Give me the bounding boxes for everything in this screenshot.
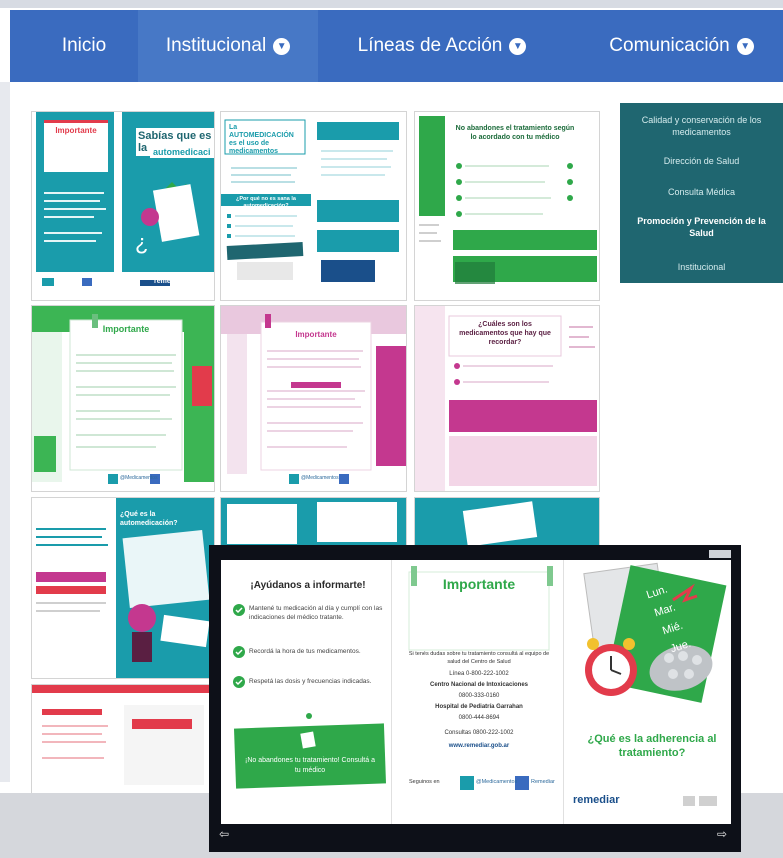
gallery-thumbnail[interactable]: ¿Qué es la automedicación? — [31, 497, 215, 679]
chevron-down-icon[interactable]: ▼ — [509, 37, 527, 55]
menu-item-calidad[interactable]: Calidad y conservación de los medicament… — [620, 114, 783, 138]
nav-item-inicio[interactable]: Inicio — [10, 10, 138, 82]
nav-label: Líneas de Acción — [357, 35, 503, 56]
facebook-handle: Remediar — [531, 779, 555, 785]
center-line: 0800-444-8694 — [458, 715, 500, 721]
brochure-spread: ¡Ayúdanos a informarte! Mantené tu medic… — [221, 560, 731, 824]
twitter-handle: @Medicamentos — [301, 475, 339, 481]
thumbnail-heading: ¿Qué es la automedicación? — [120, 511, 178, 527]
thumbnail-heading: Importante — [102, 324, 150, 334]
viewer-badge — [709, 550, 731, 558]
brand-logo: remediar — [573, 794, 620, 806]
left-cta: ¡No abandones tu tratamiento! Consultá a… — [245, 757, 375, 774]
gallery-thumbnail[interactable] — [31, 684, 215, 796]
page-shadow — [0, 82, 10, 782]
center-line: Centro Nacional de Intoxicaciones — [429, 682, 529, 688]
side-menu: Calidad y conservación de los medicament… — [620, 103, 783, 283]
nav-label: Comunicación — [609, 35, 730, 56]
left-heading: ¡Ayúdanos a informarte! — [250, 580, 366, 591]
right-question: ¿Qué es la adherencia al tratamiento? — [587, 733, 717, 759]
thumbnail-heading: Importante — [55, 126, 97, 135]
arrow-right-icon[interactable]: ⇨ — [717, 828, 727, 840]
thumbnail-heading: No abandones el tratamiento según lo aco… — [455, 125, 575, 141]
center-line: 0800-333-0160 — [458, 693, 500, 699]
menu-item-promocion[interactable]: Promoción y Prevención de la Salud — [620, 215, 783, 239]
social-label: Seguinos en — [409, 779, 440, 785]
main-nav: Inicio Institucional ▼ Líneas de Acción … — [10, 10, 783, 82]
left-item-1: Mantené tu medicación al día y cumplí co… — [249, 605, 383, 621]
gallery-thumbnail[interactable]: Importante @Medicamentos — [220, 305, 407, 492]
menu-item-consulta[interactable]: Consulta Médica — [620, 186, 783, 198]
brand-logo: remediar — [154, 278, 184, 285]
twitter-handle: @Medicamentos — [476, 779, 518, 785]
menu-item-direccion[interactable]: Dirección de Salud — [620, 155, 783, 167]
center-line: Hospital de Pediatría Garrahan — [435, 704, 523, 710]
gallery-thumbnail[interactable]: ¿Cuáles son los medicamentos que hay que… — [414, 305, 600, 492]
thumbnail-question: ¿Por qué no es sana la automedicación? — [236, 196, 296, 209]
twitter-handle: @Medicamentos — [120, 475, 158, 481]
nav-label: Institucional — [165, 35, 267, 56]
nav-item-institucional[interactable]: Institucional ▼ — [138, 10, 318, 82]
center-line: Línea 0-800-222-1002 — [449, 671, 509, 677]
nav-item-comunicacion[interactable]: Comunicación ▼ — [546, 10, 783, 82]
center-line: Consultas 0800-222-1002 — [444, 730, 514, 736]
center-heading: Importante — [442, 576, 516, 592]
thumbnail-heading: Importante — [295, 330, 337, 339]
chevron-down-icon[interactable]: ▼ — [736, 37, 754, 55]
menu-item-institucional[interactable]: Institucional — [620, 261, 783, 273]
left-item-2: Recordá la hora de tus medicamentos. — [249, 648, 361, 655]
brochure-viewer: ¡Ayúdanos a informarte! Mantené tu medic… — [209, 545, 741, 852]
arrow-left-icon[interactable]: ⇦ — [219, 828, 229, 840]
thumbnail-headline: La AUTOMEDICACIÓN es el uso de medicamen… — [229, 124, 294, 155]
thumbnail-heading: ¿Cuáles son los medicamentos que hay que… — [459, 321, 551, 346]
svg-text:¿: ¿ — [135, 230, 148, 255]
chevron-down-icon[interactable]: ▼ — [273, 37, 291, 55]
center-line: www.remediar.gob.ar — [448, 743, 510, 749]
top-strip — [0, 0, 783, 8]
left-item-3: Respetá las dosis y frecuencias indicada… — [249, 678, 372, 685]
thumbnail-title-2: automedicaci — [150, 146, 214, 158]
center-line: Si tenés dudas sobre tu tratamiento cons… — [408, 651, 550, 665]
gallery-thumbnail[interactable]: No abandones el tratamiento según lo aco… — [414, 111, 600, 301]
gallery-thumbnail[interactable]: La AUTOMEDICACIÓN es el uso de medicamen… — [220, 111, 407, 301]
brochure-red — [32, 685, 214, 795]
nav-label: Inicio — [61, 35, 107, 56]
gallery-thumbnail[interactable]: ¿ Importante Sabías que es la automedica… — [31, 111, 215, 301]
nav-item-lineas-de-accion[interactable]: Líneas de Acción ▼ — [318, 10, 546, 82]
gallery-thumbnail[interactable]: Importante @Medicamentos — [31, 305, 215, 492]
